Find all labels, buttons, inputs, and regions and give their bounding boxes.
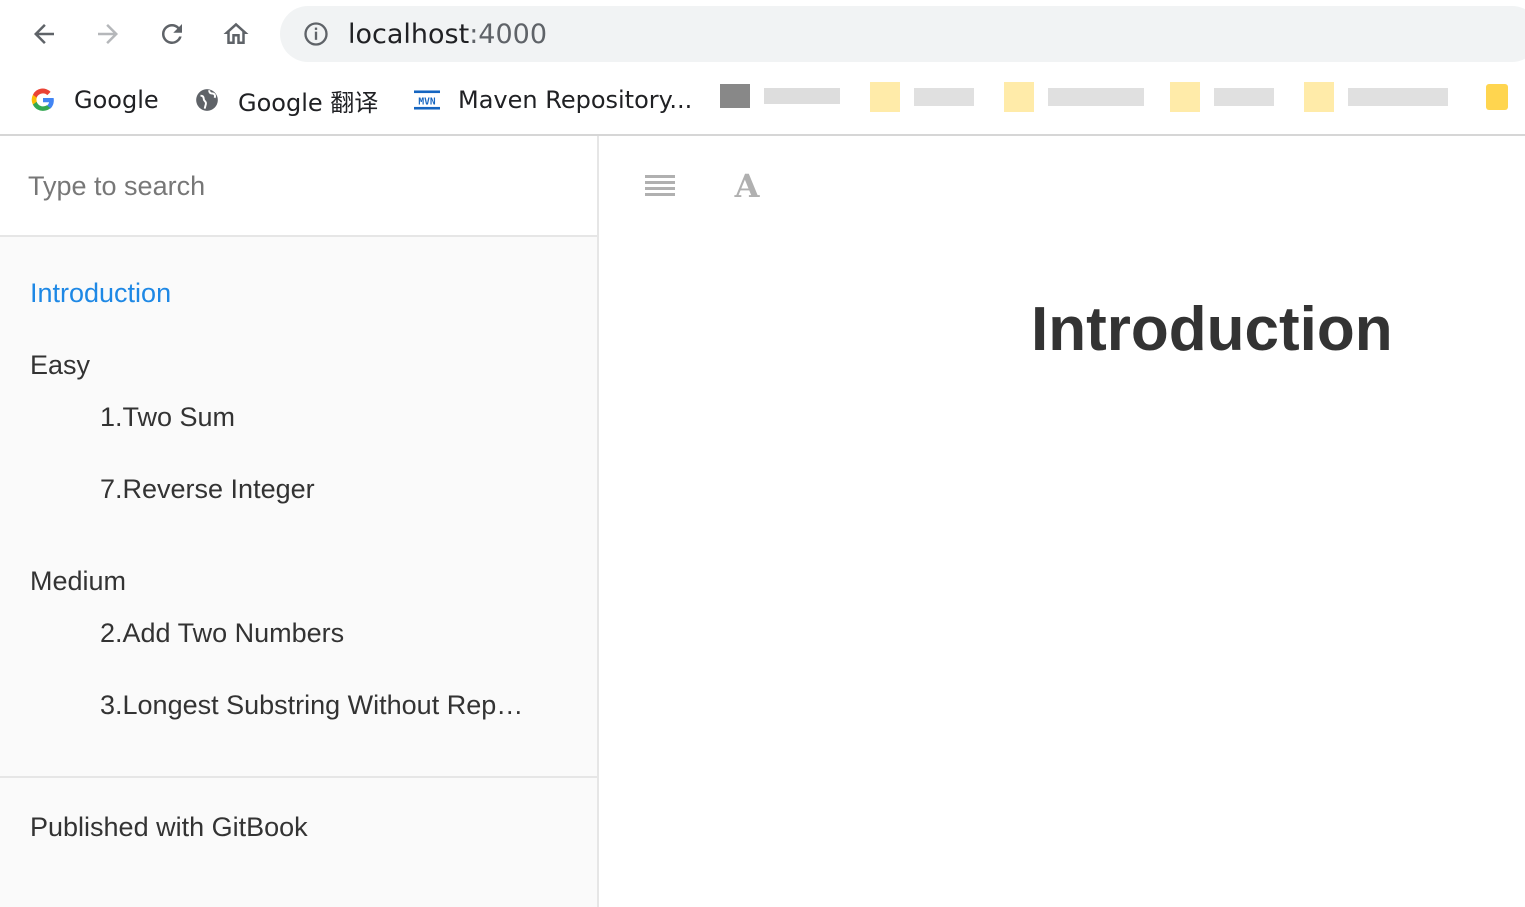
blurred-bookmark[interactable]	[870, 78, 980, 118]
nav-item-add-two-numbers[interactable]: 2.Add Two Numbers	[100, 618, 540, 649]
nav-item-two-sum[interactable]: 1.Two Sum	[100, 402, 540, 433]
sidebar-divider	[0, 776, 597, 778]
arrow-right-icon	[98, 24, 118, 44]
home-button[interactable]	[216, 14, 256, 54]
blurred-bookmark[interactable]	[1004, 78, 1154, 118]
reload-button[interactable]	[152, 14, 192, 54]
reload-icon	[161, 23, 182, 44]
arrow-left-icon	[34, 24, 54, 44]
svg-text:MVN: MVN	[418, 96, 435, 107]
globe-icon	[194, 87, 220, 113]
bookmark-label: Google 翻译	[238, 88, 379, 117]
nav-item-introduction[interactable]: Introduction	[30, 278, 171, 309]
blurred-bookmark[interactable]	[720, 78, 840, 118]
info-icon[interactable]	[302, 20, 330, 48]
blurred-bookmark[interactable]	[1170, 78, 1280, 118]
url-port: :4000	[469, 19, 548, 50]
back-button[interactable]	[24, 14, 64, 54]
home-icon	[223, 22, 249, 44]
bookmark-google[interactable]: Google	[30, 82, 159, 118]
font-settings-button[interactable]: A	[727, 167, 767, 205]
google-g-icon	[30, 87, 56, 113]
bookmark-label: Maven Repository...	[458, 86, 693, 114]
folder-icon[interactable]	[1484, 78, 1514, 118]
nav-header-medium[interactable]: Medium	[30, 566, 126, 597]
url-text: localhost:4000	[348, 19, 547, 50]
book-summary-sidebar: Introduction Easy 1.Two Sum 7.Reverse In…	[0, 136, 599, 907]
mvn-icon: MVN	[414, 87, 440, 113]
book-body: A Introduction	[601, 136, 1525, 907]
nav-item-longest-substring[interactable]: 3.Longest Substring Without Repeating Ch…	[100, 690, 538, 721]
published-with-gitbook-link[interactable]: Published with GitBook	[30, 812, 308, 843]
browser-toolbar: localhost:4000	[0, 0, 1525, 68]
address-bar[interactable]: localhost:4000	[280, 6, 1525, 62]
page-title: Introduction	[1031, 295, 1393, 364]
forward-button[interactable]	[88, 14, 128, 54]
toggle-sidebar-button[interactable]	[640, 168, 680, 204]
blurred-bookmark[interactable]	[1304, 78, 1454, 118]
search-input[interactable]	[28, 166, 568, 206]
nav-header-easy[interactable]: Easy	[30, 350, 90, 381]
bookmark-label: Google	[74, 86, 159, 114]
font-icon: A	[734, 167, 760, 205]
hamburger-menu-icon	[645, 175, 675, 196]
bookmark-maven[interactable]: MVN Maven Repository...	[414, 82, 692, 118]
url-host: localhost	[348, 19, 470, 50]
bookmark-google-translate[interactable]: Google 翻译	[194, 82, 378, 118]
nav-item-reverse-integer[interactable]: 7.Reverse Integer	[100, 474, 540, 505]
book-search	[0, 136, 597, 237]
